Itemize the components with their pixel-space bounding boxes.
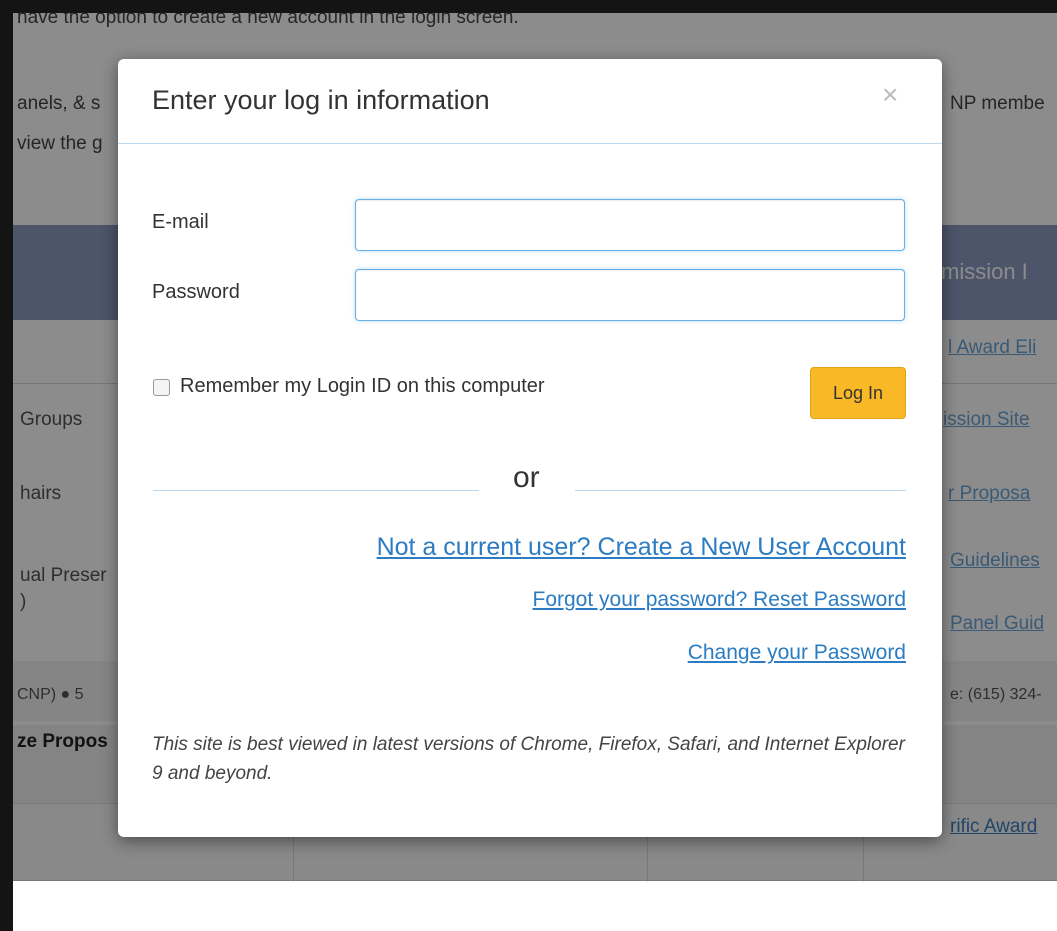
remember-checkbox[interactable] [153, 379, 170, 396]
create-account-link[interactable]: Not a current user? Create a New User Ac… [377, 533, 906, 562]
modal-title: Enter your log in information [152, 85, 490, 115]
email-field[interactable] [355, 199, 905, 251]
login-button[interactable]: Log In [810, 367, 906, 419]
change-password-link[interactable]: Change your Password [688, 641, 906, 665]
remember-label[interactable]: Remember my Login ID on this computer [180, 375, 545, 398]
close-icon[interactable]: × [882, 81, 898, 109]
login-modal: Enter your log in information × E-mail P… [118, 59, 942, 837]
email-label: E-mail [152, 211, 209, 233]
window-frame-top [0, 0, 1057, 13]
window-frame-left [0, 0, 13, 931]
or-divider-left [153, 490, 479, 491]
reset-password-link[interactable]: Forgot your password? Reset Password [533, 588, 907, 612]
or-divider-right [575, 490, 906, 491]
browser-note: This site is best viewed in latest versi… [152, 734, 905, 784]
password-field[interactable] [355, 269, 905, 321]
or-separator: or [513, 461, 540, 494]
password-label: Password [152, 281, 240, 303]
modal-header: Enter your log in information × [118, 59, 942, 144]
